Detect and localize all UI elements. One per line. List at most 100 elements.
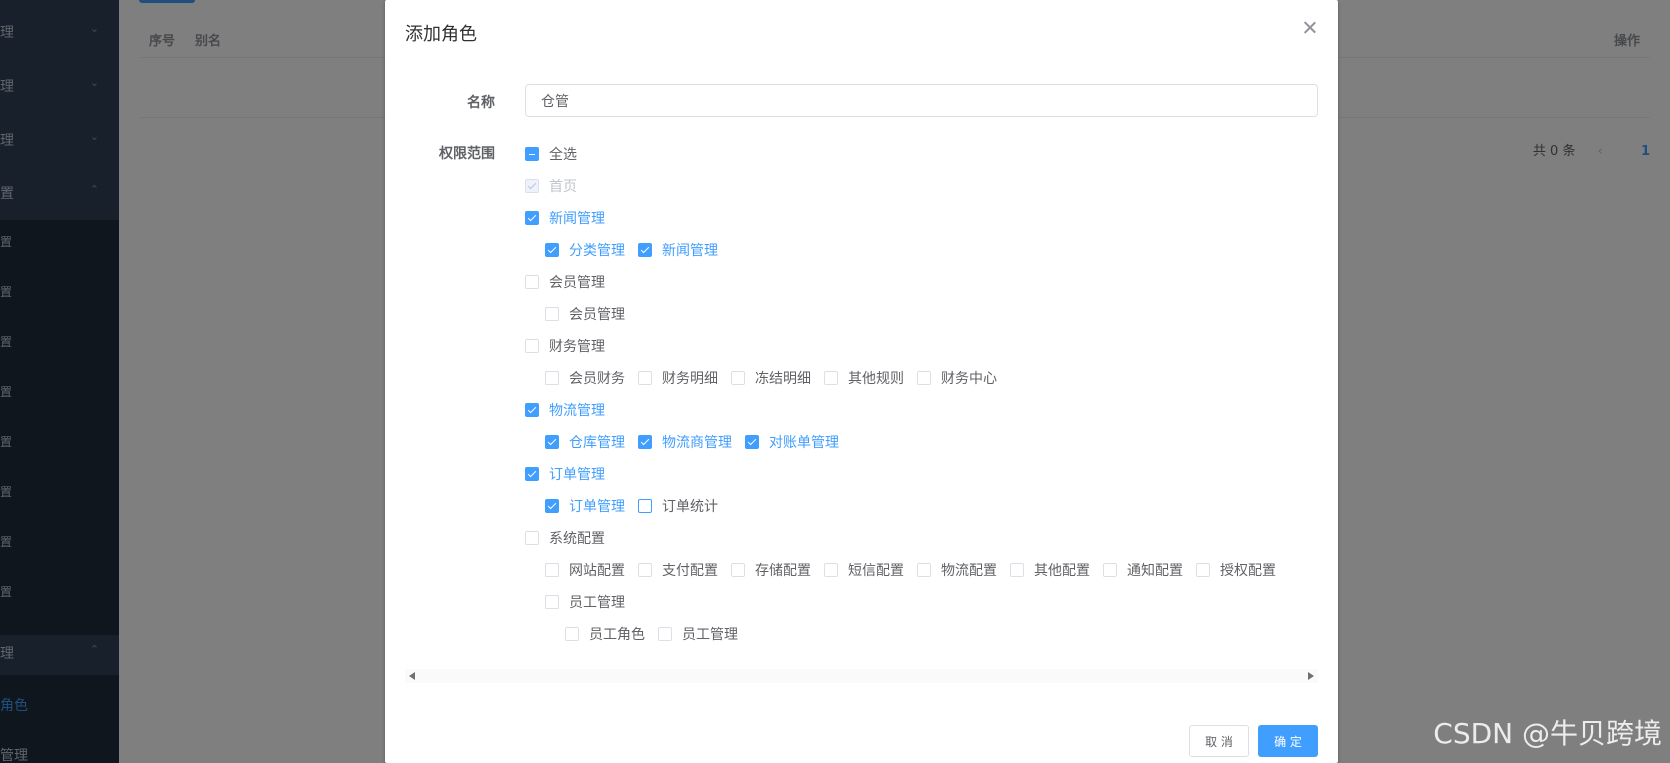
- checkbox-label: 物流商管理: [662, 435, 732, 451]
- checkbox-label: 其他规则: [848, 371, 904, 387]
- dialog-title: 添加角色: [405, 24, 477, 45]
- checkbox-box: [731, 371, 745, 385]
- permission-checkbox[interactable]: 分类管理: [545, 240, 625, 260]
- checkbox-box: [545, 595, 559, 609]
- permission-checkbox[interactable]: 物流商管理: [638, 432, 732, 452]
- checkbox-box: [545, 435, 559, 449]
- checkbox-box: [638, 499, 652, 513]
- checkbox-label: 授权配置: [1220, 563, 1276, 579]
- checkbox-label: 对账单管理: [769, 435, 839, 451]
- permission-checkbox[interactable]: 网站配置: [545, 560, 625, 580]
- checkbox-label: 会员管理: [549, 275, 605, 291]
- select-all-checkbox[interactable]: 全选: [525, 144, 577, 164]
- permission-checkbox[interactable]: 对账单管理: [745, 432, 839, 452]
- checkbox-box: [545, 307, 559, 321]
- close-icon[interactable]: [1302, 20, 1318, 36]
- checkbox-label: 订单统计: [662, 499, 718, 515]
- permission-checkbox[interactable]: 订单统计: [638, 496, 718, 516]
- permission-checkbox[interactable]: 财务中心: [917, 368, 997, 388]
- permission-checkbox[interactable]: 其他配置: [1010, 560, 1090, 580]
- checkbox-box: [565, 627, 579, 641]
- horizontal-scrollbar[interactable]: [405, 669, 1318, 683]
- checkbox-box: [1103, 563, 1117, 577]
- checkbox-box: [525, 531, 539, 545]
- permission-checkbox[interactable]: 支付配置: [638, 560, 718, 580]
- permission-checkbox[interactable]: 物流配置: [917, 560, 997, 580]
- checkbox-label: 员工管理: [569, 595, 625, 611]
- checkbox-box: [545, 371, 559, 385]
- checkbox-label: 订单管理: [549, 467, 605, 483]
- checkbox-label: 物流配置: [941, 563, 997, 579]
- permission-checkbox[interactable]: 通知配置: [1103, 560, 1183, 580]
- select-all-label: 全选: [549, 147, 577, 163]
- confirm-button[interactable]: 确 定: [1258, 725, 1318, 757]
- scroll-right-icon[interactable]: [1308, 672, 1314, 680]
- checkbox-label: 会员财务: [569, 371, 625, 387]
- checkbox-label: 网站配置: [569, 563, 625, 579]
- checkbox-box: [745, 435, 759, 449]
- checkbox-label: 首页: [549, 179, 577, 195]
- permission-checkbox[interactable]: 存储配置: [731, 560, 811, 580]
- checkbox-box: [525, 467, 539, 481]
- checkbox-label: 新闻管理: [549, 211, 605, 227]
- checkbox-label: 通知配置: [1127, 563, 1183, 579]
- checkbox-label: 财务管理: [549, 339, 605, 355]
- watermark: CSDN @牛贝跨境: [1433, 717, 1662, 750]
- permission-checkbox[interactable]: 系统配置: [525, 528, 605, 548]
- checkbox-box: [525, 275, 539, 289]
- checkbox-box: [824, 563, 838, 577]
- add-role-dialog: 添加角色 名称 权限范围 全选 首页新闻管理分类管理新闻管理会员管理会员管理财务…: [385, 0, 1338, 763]
- checkbox-label: 财务明细: [662, 371, 718, 387]
- permission-checkbox[interactable]: 冻结明细: [731, 368, 811, 388]
- permission-checkbox[interactable]: 会员管理: [545, 304, 625, 324]
- permission-checkbox[interactable]: 员工管理: [658, 624, 738, 644]
- permission-checkbox[interactable]: 员工管理: [545, 592, 625, 612]
- checkbox-label: 仓库管理: [569, 435, 625, 451]
- permission-checkbox[interactable]: 其他规则: [824, 368, 904, 388]
- permission-checkbox[interactable]: 新闻管理: [525, 208, 605, 228]
- checkbox-label: 存储配置: [755, 563, 811, 579]
- permission-checkbox[interactable]: 财务管理: [525, 336, 605, 356]
- permission-checkbox[interactable]: 物流管理: [525, 400, 605, 420]
- checkbox-box: [525, 179, 539, 193]
- scroll-left-icon[interactable]: [409, 672, 415, 680]
- cancel-button[interactable]: 取 消: [1189, 725, 1249, 757]
- checkbox-box: [525, 403, 539, 417]
- checkbox-box: [525, 147, 539, 161]
- checkbox-box: [545, 243, 559, 257]
- checkbox-box: [731, 563, 745, 577]
- checkbox-label: 冻结明细: [755, 371, 811, 387]
- checkbox-label: 员工角色: [589, 627, 645, 643]
- checkbox-box: [638, 435, 652, 449]
- checkbox-label: 财务中心: [941, 371, 997, 387]
- name-input[interactable]: [525, 84, 1318, 117]
- permission-checkbox[interactable]: 订单管理: [525, 464, 605, 484]
- permission-checkbox[interactable]: 员工角色: [565, 624, 645, 644]
- permission-checkbox[interactable]: 新闻管理: [638, 240, 718, 260]
- permission-checkbox[interactable]: 短信配置: [824, 560, 904, 580]
- checkbox-label: 新闻管理: [662, 243, 718, 259]
- checkbox-box: [824, 371, 838, 385]
- checkbox-box: [525, 211, 539, 225]
- permission-checkbox[interactable]: 授权配置: [1196, 560, 1276, 580]
- checkbox-label: 分类管理: [569, 243, 625, 259]
- checkbox-box: [917, 563, 931, 577]
- checkbox-box: [545, 499, 559, 513]
- permission-checkbox: 首页: [525, 176, 577, 196]
- checkbox-box: [545, 563, 559, 577]
- checkbox-box: [917, 371, 931, 385]
- checkbox-box: [1196, 563, 1210, 577]
- checkbox-label: 系统配置: [549, 531, 605, 547]
- permission-checkbox[interactable]: 订单管理: [545, 496, 625, 516]
- permission-checkbox[interactable]: 会员财务: [545, 368, 625, 388]
- checkbox-label: 其他配置: [1034, 563, 1090, 579]
- permission-checkbox[interactable]: 财务明细: [638, 368, 718, 388]
- permission-checkbox[interactable]: 仓库管理: [545, 432, 625, 452]
- checkbox-label: 订单管理: [569, 499, 625, 515]
- checkbox-label: 会员管理: [569, 307, 625, 323]
- checkbox-label: 物流管理: [549, 403, 605, 419]
- checkbox-label: 支付配置: [662, 563, 718, 579]
- checkbox-box: [525, 339, 539, 353]
- checkbox-label: 员工管理: [682, 627, 738, 643]
- permission-checkbox[interactable]: 会员管理: [525, 272, 605, 292]
